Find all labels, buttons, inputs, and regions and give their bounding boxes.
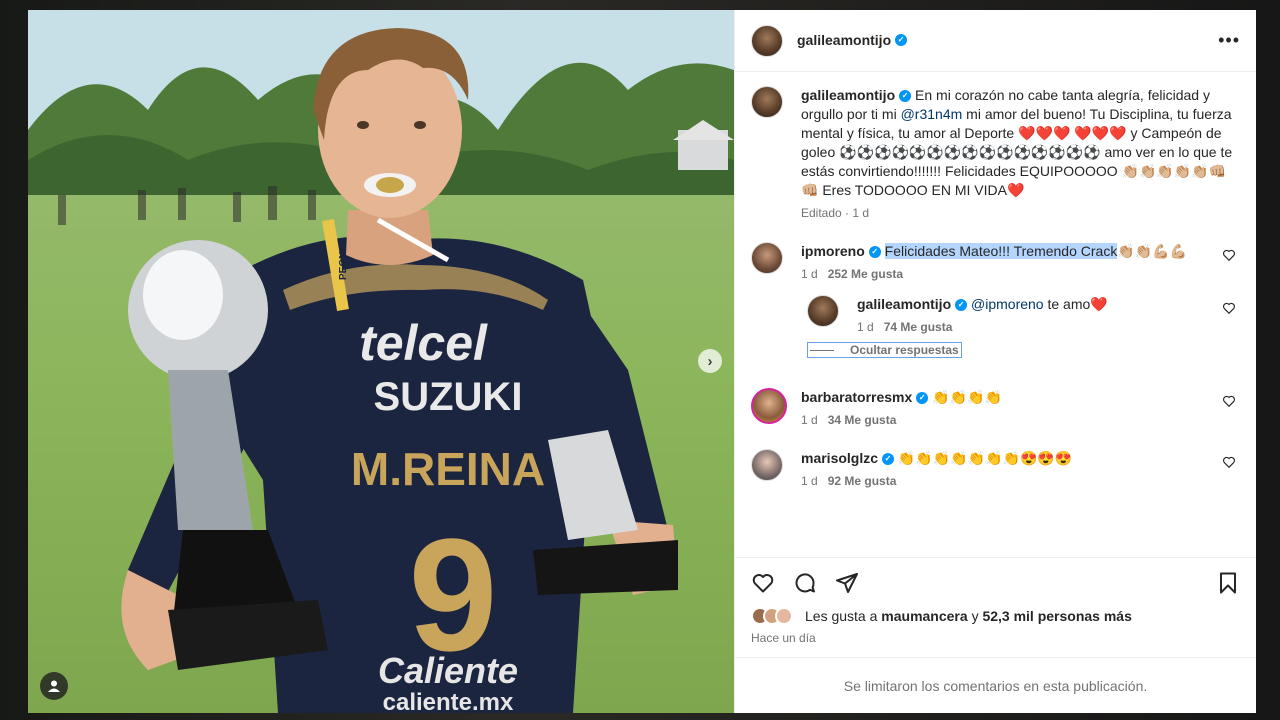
caption-time[interactable]: 1 d <box>852 206 869 220</box>
author-avatar[interactable] <box>751 86 783 118</box>
comment-meta: 1 d 34 Me gusta <box>801 413 1210 427</box>
commenter-username[interactable]: ipmoreno <box>801 243 865 259</box>
author-info: galileamontijo ✓ <box>797 32 908 50</box>
liker-avatar <box>775 607 793 625</box>
likes-middle: y <box>971 608 979 624</box>
reply-text: galileamontijo ✓ @ipmoreno te amo❤️ <box>857 295 1210 314</box>
more-options-button[interactable]: ••• <box>1218 30 1240 51</box>
commenter-avatar[interactable] <box>751 449 783 481</box>
comment-body: barbaratorresmx ✓ 👏👏👏👏 1 d 34 Me gusta <box>801 388 1240 427</box>
likes-prefix: Les gusta a <box>805 608 878 624</box>
jersey-sponsor-url: caliente.mx <box>383 689 514 713</box>
verified-icon: ✓ <box>882 453 895 466</box>
post-side-panel: galileamontijo ✓ ••• galileamontijo ✓ En m… <box>734 10 1256 713</box>
comment-item: barbaratorresmx ✓ 👏👏👏👏 1 d 34 Me gusta <box>751 388 1240 427</box>
post-photo[interactable]: telcel SUZUKI M.REINA 9 Caliente calient… <box>28 10 734 713</box>
jersey-sponsor-telcel: telcel <box>359 315 488 371</box>
comment-time[interactable]: 1 d <box>801 413 818 427</box>
comment-meta: 1 d 92 Me gusta <box>801 474 1210 488</box>
comment-text: barbaratorresmx ✓ 👏👏👏👏 <box>801 388 1210 407</box>
caption-text: galileamontijo ✓ En mi corazón no cabe ta… <box>801 86 1240 200</box>
comment-likes[interactable]: 34 Me gusta <box>828 413 897 427</box>
caption-meta: Editado · 1 d <box>801 206 870 220</box>
more-icon: ••• <box>1218 30 1240 50</box>
heart-icon[interactable] <box>1222 394 1236 408</box>
comment-text: ipmoreno ✓ Felicidades Mateo!!! Tremendo … <box>801 242 1210 261</box>
reply-likes[interactable]: 74 Me gusta <box>884 320 953 334</box>
verified-icon: ✓ <box>868 246 881 259</box>
action-bar <box>735 557 1256 607</box>
verified-icon: ✓ <box>916 392 929 405</box>
comment-item: marisolglzc ✓ 👏👏👏👏👏👏👏😍😍😍 1 d 92 Me gusta <box>751 449 1240 488</box>
post-header: galileamontijo ✓ ••• <box>735 10 1256 72</box>
comment-body: ipmoreno ✓ Felicidades Mateo!!! Tremendo … <box>801 242 1240 281</box>
jersey-sponsor-suzuki: SUZUKI <box>374 375 523 419</box>
heart-icon[interactable] <box>1222 248 1236 262</box>
comment-time[interactable]: 1 d <box>801 474 818 488</box>
edited-label: Editado <box>801 206 842 220</box>
heart-icon[interactable] <box>751 571 775 595</box>
share-icon[interactable] <box>835 571 859 595</box>
comment-item: ipmoreno ✓ Felicidades Mateo!!! Tremendo … <box>751 242 1240 281</box>
player-illustration: telcel SUZUKI M.REINA 9 Caliente calient… <box>58 28 678 713</box>
hide-replies-button[interactable]: Ocultar respuestas <box>807 342 962 358</box>
likes-others[interactable]: 52,3 mil personas más <box>982 608 1131 624</box>
comment-text: marisolglzc ✓ 👏👏👏👏👏👏👏😍😍😍 <box>801 449 1210 468</box>
verified-icon: ✓ <box>955 299 968 312</box>
likes-first-user[interactable]: maumancera <box>881 608 967 624</box>
comments-limited-notice: Se limitaron los comentarios en esta pub… <box>735 657 1256 713</box>
comment-emoji: 👏🏼👏🏼💪🏼💪🏼 <box>1117 243 1188 259</box>
divider-line <box>810 349 834 351</box>
reply-meta: 1 d 74 Me gusta <box>857 320 1210 334</box>
reply-body: galileamontijo ✓ @ipmoreno te amo❤️ 1 d 74… <box>857 295 1240 334</box>
verified-icon: ✓ <box>895 34 908 47</box>
caption-body: galileamontijo ✓ En mi corazón no cabe ta… <box>801 86 1240 220</box>
reply-message: te amo❤️ <box>1043 296 1108 312</box>
comment-likes[interactable]: 92 Me gusta <box>828 474 897 488</box>
jersey-sponsor-caliente: Caliente <box>378 650 518 691</box>
comment-message: 👏👏👏👏👏👏👏😍😍😍 <box>897 450 1073 466</box>
commenter-avatar[interactable] <box>751 242 783 274</box>
comment-likes[interactable]: 252 Me gusta <box>828 267 903 281</box>
caption-username[interactable]: galileamontijo <box>801 87 895 103</box>
comment-message: Felicidades Mateo!!! Tremendo Crack <box>884 243 1118 259</box>
verified-icon: ✓ <box>899 90 912 103</box>
reply-mention[interactable]: @ipmoreno <box>971 296 1044 312</box>
comment-message: 👏👏👏👏 <box>932 389 1002 405</box>
commenter-username[interactable]: marisolglzc <box>801 450 878 466</box>
tagged-users-button[interactable] <box>40 672 68 700</box>
reply-item: galileamontijo ✓ @ipmoreno te amo❤️ 1 d 74… <box>807 295 1240 334</box>
post-caption: galileamontijo ✓ En mi corazón no cabe ta… <box>751 86 1240 220</box>
heart-icon[interactable] <box>1222 301 1236 315</box>
user-tag-icon <box>48 680 60 692</box>
commenter-username[interactable]: barbaratorresmx <box>801 389 912 405</box>
post-date[interactable]: Hace un día <box>735 625 1256 645</box>
next-photo-button[interactable]: › <box>698 349 722 373</box>
reply-time[interactable]: 1 d <box>857 320 874 334</box>
chevron-right-icon: › <box>707 352 713 370</box>
comment-icon[interactable] <box>793 571 817 595</box>
reply-username[interactable]: galileamontijo <box>857 296 951 312</box>
lanyard-text: PEON <box>338 252 349 280</box>
likes-summary[interactable]: Les gusta a maumancera y 52,3 mil person… <box>735 607 1256 625</box>
comment-body: marisolglzc ✓ 👏👏👏👏👏👏👏😍😍😍 1 d 92 Me gusta <box>801 449 1240 488</box>
author-avatar[interactable] <box>751 24 783 57</box>
bookmark-icon[interactable] <box>1216 571 1240 595</box>
jersey-name: M.REINA <box>351 443 545 495</box>
post-modal: telcel SUZUKI M.REINA 9 Caliente calient… <box>28 10 1256 713</box>
heart-icon[interactable] <box>1222 455 1236 469</box>
hide-replies-label: Ocultar respuestas <box>850 343 959 357</box>
author-username[interactable]: galileamontijo <box>797 32 891 48</box>
comment-meta: 1 d 252 Me gusta <box>801 267 1210 281</box>
comments-section[interactable]: galileamontijo ✓ En mi corazón no cabe ta… <box>735 72 1256 551</box>
comment-time[interactable]: 1 d <box>801 267 818 281</box>
caption-mention[interactable]: @r31n4m <box>901 106 963 122</box>
reply-avatar[interactable] <box>807 295 839 327</box>
commenter-avatar[interactable] <box>751 388 787 424</box>
